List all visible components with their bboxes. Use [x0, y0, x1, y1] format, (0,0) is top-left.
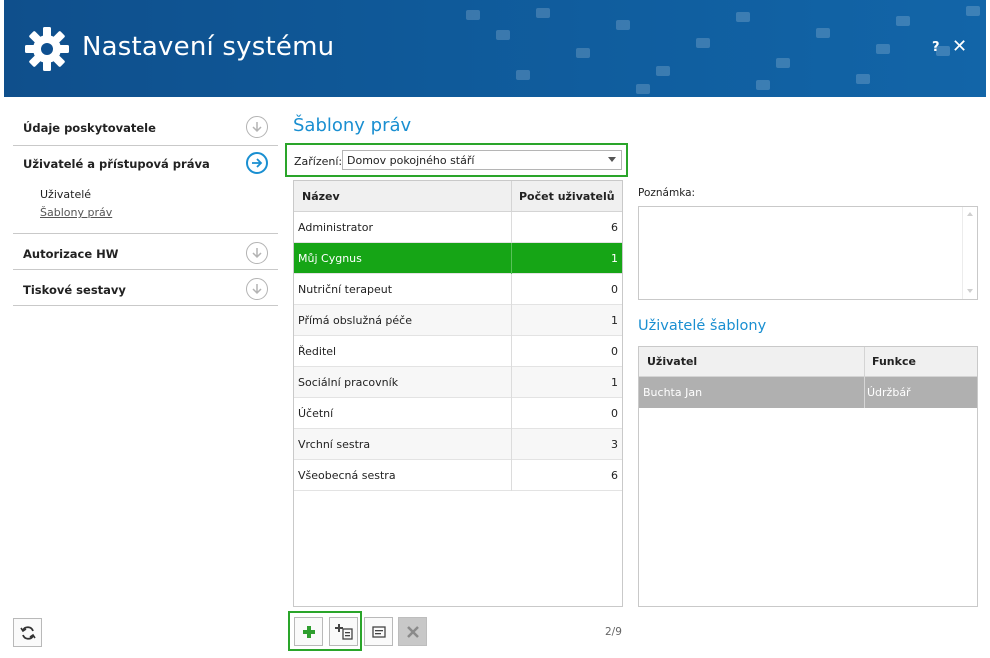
sidebar-item-users-rights[interactable]: Uživatelé a přístupová práva Uživatelé Š…: [13, 146, 278, 234]
scroll-down-icon[interactable]: [967, 289, 973, 293]
refresh-button[interactable]: [13, 618, 42, 647]
sidebar-item-print-reports[interactable]: Tiskové sestavy: [13, 270, 278, 306]
sidebar-item-hw-authorization[interactable]: Autorizace HW: [13, 234, 278, 270]
help-button[interactable]: ?: [932, 40, 940, 55]
refresh-icon: [19, 625, 36, 640]
cell-name: Sociální pracovník: [298, 376, 399, 389]
cell-count: 0: [611, 283, 618, 296]
sidebar-subitem-templates[interactable]: Šablony práv: [40, 206, 112, 219]
cell-count: 1: [611, 252, 618, 265]
scroll-up-icon[interactable]: [967, 212, 973, 216]
device-selector-highlight: Zařízení: Domov pokojného stáří: [285, 143, 628, 177]
template-users-title: Uživatelé šablony: [638, 318, 767, 334]
table-row[interactable]: Buchta Jan Údržbář: [639, 377, 977, 408]
cell-name: Administrator: [298, 221, 373, 234]
page-title: Šablony práv: [293, 115, 412, 136]
sidebar-item-label: Tiskové sestavy: [23, 283, 126, 297]
window-title: Nastavení systému: [82, 32, 335, 62]
cell-count: 6: [611, 469, 618, 482]
table-row[interactable]: Přímá obslužná péče 1: [294, 305, 622, 336]
table-header: Uživatel Funkce: [639, 347, 977, 377]
sidebar-subitem-users[interactable]: Uživatelé: [40, 188, 91, 201]
arrow-right-circle-icon[interactable]: [246, 152, 268, 174]
table-row[interactable]: Sociální pracovník 1: [294, 367, 622, 398]
column-header-count[interactable]: Počet uživatelů: [519, 190, 615, 203]
delete-icon: [406, 625, 419, 638]
edit-icon: [371, 625, 386, 638]
templates-table: Název Počet uživatelů Administrator 6 Mů…: [293, 180, 623, 607]
template-users-table: Uživatel Funkce Buchta Jan Údržbář: [638, 346, 978, 607]
cell-name: Účetní: [298, 407, 334, 420]
cell-role: Údržbář: [867, 386, 911, 399]
table-row[interactable]: Ředitel 0: [294, 336, 622, 367]
sidebar-item-provider-data[interactable]: Údaje poskytovatele: [13, 110, 278, 146]
chevron-down-icon: [608, 157, 616, 162]
table-row[interactable]: Administrator 6: [294, 212, 622, 243]
cell-count: 1: [611, 376, 618, 389]
device-select[interactable]: Domov pokojného stáří: [342, 150, 622, 170]
cell-name: Přímá obslužná péče: [298, 314, 412, 327]
column-header-user[interactable]: Uživatel: [647, 355, 697, 368]
note-label: Poznámka:: [638, 187, 696, 199]
table-row[interactable]: Nutriční terapeut 0: [294, 274, 622, 305]
table-row[interactable]: Vrchní sestra 3: [294, 429, 622, 460]
add-copy-button[interactable]: [329, 617, 358, 646]
device-label: Zařízení:: [294, 155, 343, 168]
cell-count: 3: [611, 438, 618, 451]
table-header: Název Počet uživatelů: [294, 181, 622, 212]
sidebar-item-label: Autorizace HW: [23, 247, 119, 261]
add-copy-icon: [334, 623, 353, 640]
cell-name: Vrchní sestra: [298, 438, 371, 451]
add-button[interactable]: [294, 617, 323, 646]
page-indicator: 2/9: [605, 626, 622, 638]
delete-button[interactable]: [398, 617, 427, 646]
table-row-selected[interactable]: Můj Cygnus 1: [294, 243, 622, 274]
table-row[interactable]: Účetní 0: [294, 398, 622, 429]
cell-count: 1: [611, 314, 618, 327]
cell-user: Buchta Jan: [643, 386, 703, 399]
column-header-role[interactable]: Funkce: [872, 355, 916, 368]
cell-name: Nutriční terapeut: [298, 283, 393, 296]
edit-button[interactable]: [364, 617, 393, 646]
cell-count: 0: [611, 345, 618, 358]
arrow-down-circle-icon[interactable]: [246, 242, 268, 264]
header-pattern: [466, 6, 980, 94]
device-select-value: Domov pokojného stáří: [347, 154, 475, 167]
gear-icon: [25, 27, 69, 71]
cell-name: Všeobecná sestra: [298, 469, 396, 482]
close-button[interactable]: ✕: [952, 36, 967, 57]
arrow-down-circle-icon[interactable]: [246, 116, 268, 138]
arrow-down-circle-icon[interactable]: [246, 278, 268, 300]
note-textarea[interactable]: [638, 206, 978, 300]
add-icon: [302, 625, 315, 638]
cell-name: Ředitel: [298, 345, 337, 358]
column-header-name[interactable]: Název: [302, 190, 340, 203]
table-row[interactable]: Všeobecná sestra 6: [294, 460, 622, 491]
sidebar-item-label: Uživatelé a přístupová práva: [23, 157, 210, 171]
cell-count: 6: [611, 221, 618, 234]
cell-name: Můj Cygnus: [298, 252, 362, 265]
sidebar-item-label: Údaje poskytovatele: [23, 121, 156, 135]
note-scrollbar[interactable]: [962, 207, 977, 299]
cell-count: 0: [611, 407, 618, 420]
title-bar: Nastavení systému ? ✕: [4, 0, 986, 97]
